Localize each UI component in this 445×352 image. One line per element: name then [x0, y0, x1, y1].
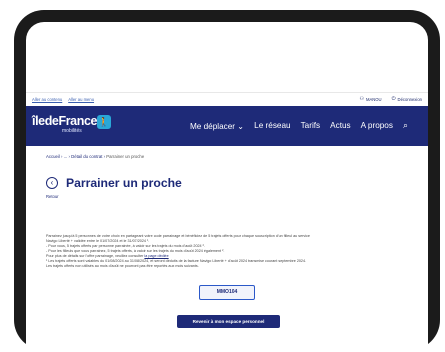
search-icon[interactable]: ⌕ — [403, 120, 408, 131]
nav-item-actus[interactable]: Actus — [330, 121, 350, 130]
breadcrumb: Accueil › ... › Détail du contrat › Parr… — [46, 154, 145, 159]
nav-item-tarifs[interactable]: Tarifs — [301, 121, 321, 130]
skip-to-content-link[interactable]: Aller au contenu — [32, 97, 62, 102]
title-row: ‹ Parrainer un proche — [46, 176, 182, 190]
skip-to-menu-link[interactable]: Aller au menu — [68, 97, 94, 102]
referral-description: Parrainez jusqu'à 5 personnes de votre c… — [46, 234, 418, 269]
referral-code[interactable]: MMO104 — [199, 285, 255, 300]
walking-person-icon: 🚶 — [97, 115, 111, 129]
user-account[interactable]: ⚇ MANOU — [359, 95, 382, 102]
nav-item-me-deplacer[interactable]: Me déplacer ⌄ — [190, 121, 244, 131]
logout-button[interactable]: ⏻ Déconnexion — [391, 95, 422, 102]
logout-label: Déconnexion — [397, 96, 422, 102]
site-logo[interactable]: îledeFrance mobilités 🚶 — [32, 114, 111, 134]
nav-item-a-propos[interactable]: A propos — [361, 121, 393, 130]
nav-item-le-reseau[interactable]: Le réseau — [254, 121, 290, 130]
terms-link[interactable]: la page dédiée — [144, 254, 168, 258]
user-name: MANOU — [365, 96, 382, 102]
power-icon: ⏻ — [391, 95, 396, 102]
main-header: îledeFrance mobilités 🚶 Me déplacer ⌄ Le… — [26, 106, 428, 146]
back-link[interactable]: Retour — [46, 194, 59, 199]
breadcrumb-ellipsis[interactable]: ... — [64, 154, 68, 159]
page-title: Parrainer un proche — [66, 176, 182, 190]
breadcrumb-home[interactable]: Accueil — [46, 154, 60, 159]
paragraph-line: Les trajets offerts non utilisés au mois… — [46, 264, 199, 268]
breadcrumb-current: Parrainer un proche — [106, 154, 145, 159]
skip-links: Aller au contenu Aller au menu — [32, 97, 99, 102]
screen: Aller au contenu Aller au menu ⚇ MANOU ⏻… — [26, 22, 428, 352]
return-to-account-button[interactable]: Revenir à mon espace personnel — [177, 315, 280, 328]
main-nav: Me déplacer ⌄ Le réseau Tarifs Actus A p… — [190, 120, 408, 131]
tablet-frame: Aller au contenu Aller au menu ⚇ MANOU ⏻… — [14, 10, 440, 352]
logo-subtitle: mobilités — [62, 128, 82, 134]
user-icon: ⚇ — [359, 95, 364, 102]
breadcrumb-contract[interactable]: Détail du contrat — [71, 154, 102, 159]
logo-text: îledeFrance — [32, 114, 98, 128]
back-arrow-icon[interactable]: ‹ — [46, 177, 58, 189]
